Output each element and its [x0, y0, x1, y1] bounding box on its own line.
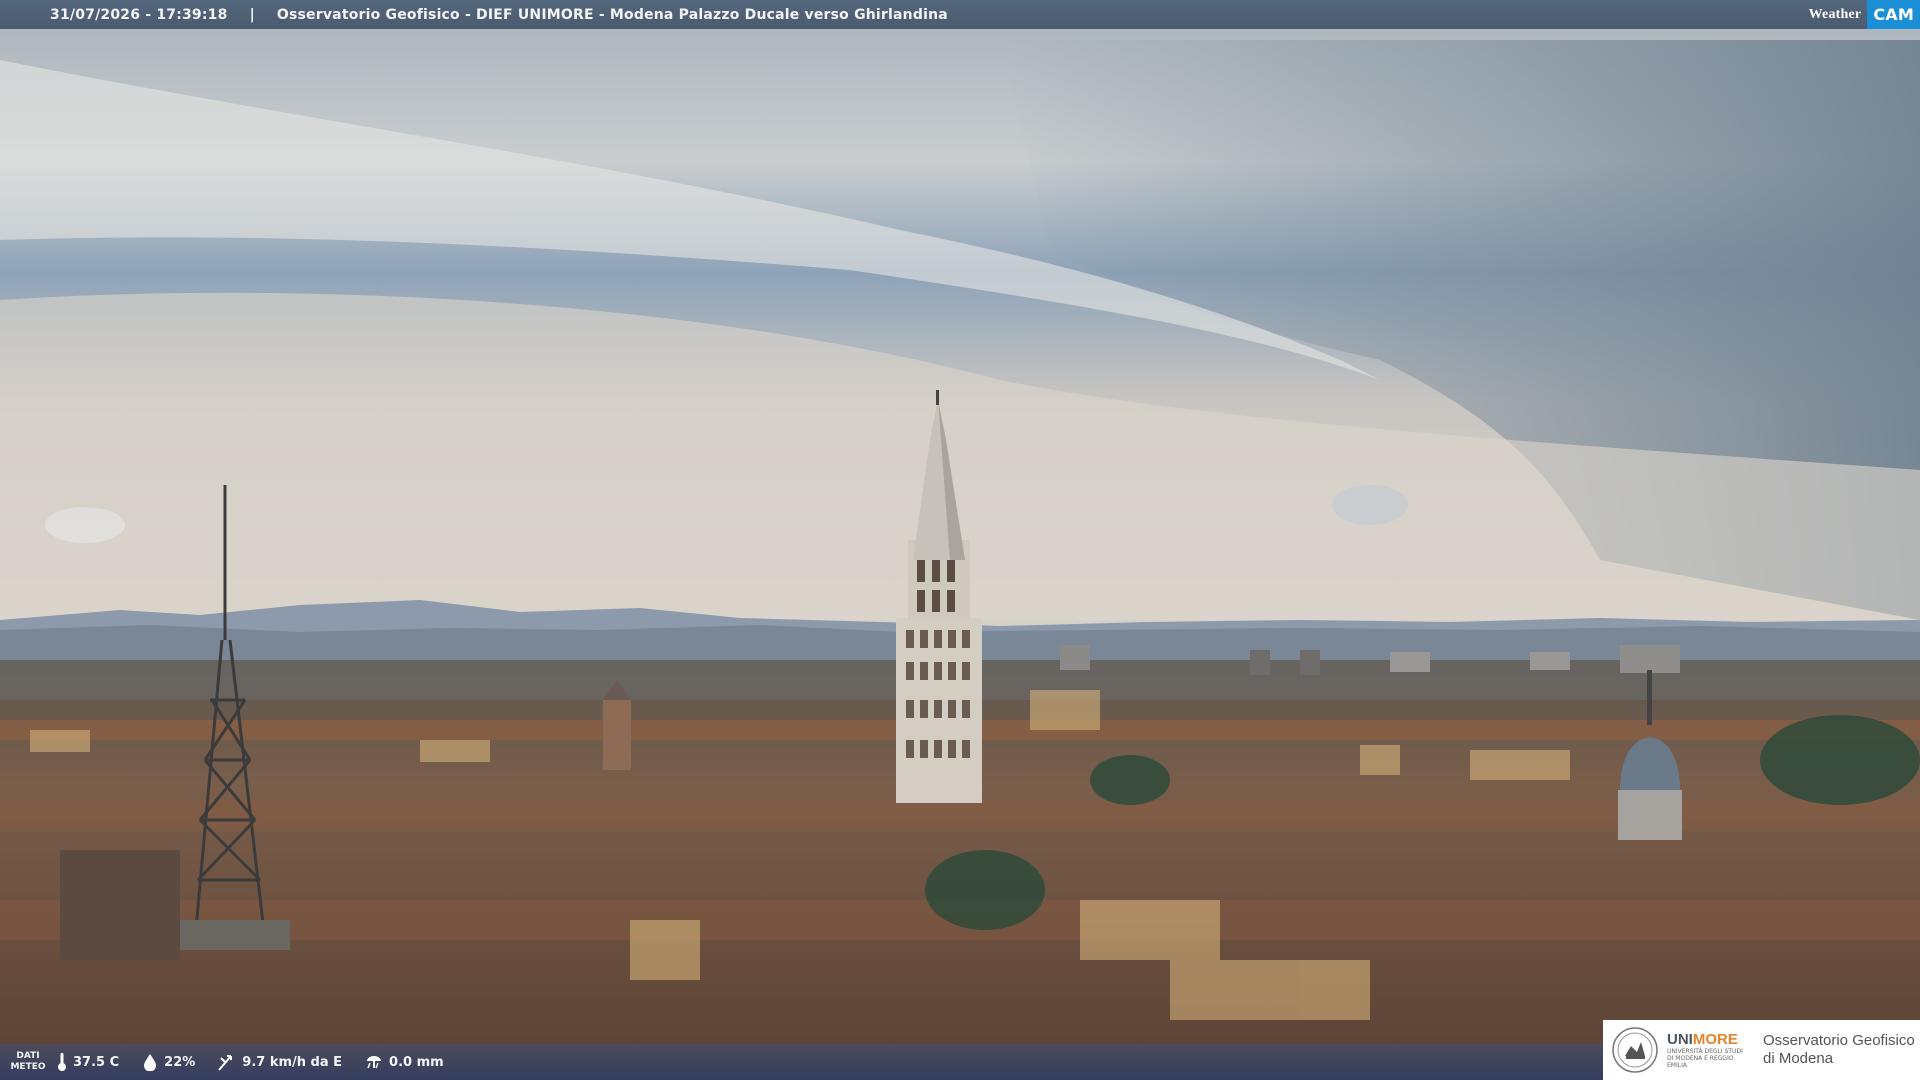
- rain-item: 0.0 mm: [364, 1053, 444, 1071]
- camera-title: Osservatorio Geofisico - DIEF UNIMORE - …: [276, 6, 948, 23]
- university-seal-icon: [1612, 1027, 1658, 1073]
- humidity-item: 22%: [141, 1053, 195, 1071]
- rain-value: 0.0 mm: [389, 1054, 444, 1070]
- header-bar: 31/07/2026 - 17:39:18 | Osservatorio Geo…: [0, 0, 1920, 29]
- temperature-item: 37.5 C: [56, 1052, 119, 1072]
- rain-icon: [367, 1056, 382, 1069]
- wind-value: 9.7 km/h da E: [242, 1054, 343, 1070]
- brand-prefix: UNI: [1667, 1031, 1693, 1048]
- university-name: UNIVERSITÀ DEGLI STUDI DI MODENA E REGGI…: [1667, 1048, 1743, 1069]
- weathercam-logo: Weather CAM: [1801, 0, 1920, 29]
- wind-item: 9.7 km/h da E: [217, 1052, 342, 1072]
- logo-weather-text: Weather: [1808, 6, 1862, 22]
- header-separator: |: [249, 6, 255, 23]
- humidity-icon: [144, 1054, 157, 1071]
- unimore-brand: UNIMORE: [1667, 1031, 1749, 1048]
- brand-suffix: MORE: [1692, 1031, 1738, 1048]
- webcam-view: 31/07/2026 - 17:39:18 | Osservatorio Geo…: [0, 0, 1920, 1080]
- observatory-line2: di Modena: [1763, 1050, 1834, 1067]
- label-line2: METEO: [10, 1062, 46, 1072]
- unimore-logo-box: UNIMORE UNIVERSITÀ DEGLI STUDI DI MODENA…: [1603, 1020, 1920, 1080]
- wind-icon: [218, 1055, 233, 1071]
- observatory-line1: Osservatorio Geofisico: [1763, 1032, 1915, 1049]
- city-skyline-photo: [0, 0, 1920, 1080]
- thermometer-icon: [58, 1053, 66, 1071]
- weather-data-bar: DATI METEO 37.5 C 22% 9.7 km/h da E 0.0 …: [0, 1044, 1605, 1080]
- logo-cam-text: CAM: [1867, 0, 1920, 29]
- humidity-value: 22%: [164, 1054, 196, 1070]
- observatory-name: Osservatorio Geofisico di Modena: [1763, 1032, 1915, 1068]
- timestamp: 31/07/2026 - 17:39:18: [50, 6, 228, 23]
- temperature-value: 37.5 C: [73, 1054, 120, 1070]
- unimore-text: UNIMORE UNIVERSITÀ DEGLI STUDI DI MODENA…: [1667, 1031, 1749, 1069]
- weather-data-label: DATI METEO: [0, 1051, 56, 1073]
- label-line1: DATI: [16, 1051, 40, 1061]
